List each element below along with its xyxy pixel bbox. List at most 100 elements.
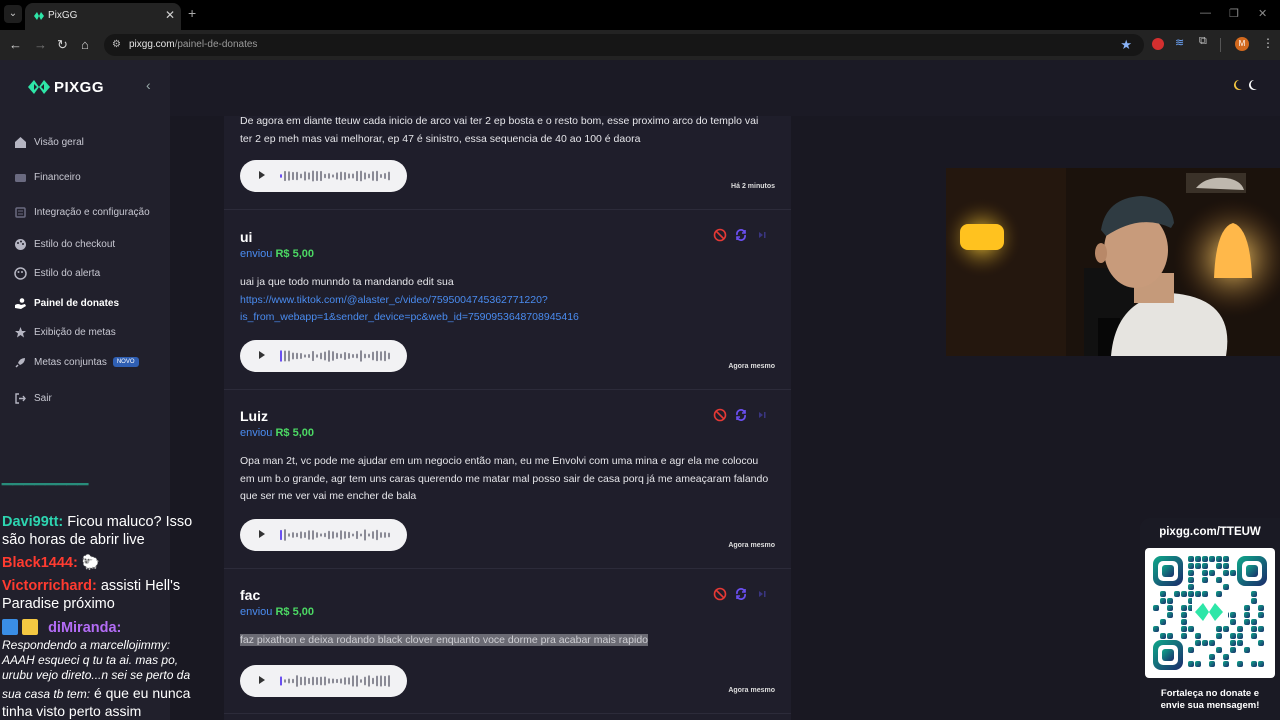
block-icon[interactable]: [713, 408, 727, 422]
block-icon[interactable]: [713, 587, 727, 601]
play-icon[interactable]: [259, 351, 265, 359]
sidebar-item-estilo-checkout[interactable]: Estilo do checkout: [14, 236, 115, 252]
skip-icon[interactable]: [755, 228, 769, 242]
waveform-bar: [292, 171, 294, 181]
qr-module: [1195, 640, 1201, 646]
waveform-bar: [284, 529, 286, 541]
donate-icon: [15, 297, 26, 309]
home-icon: [15, 136, 26, 148]
donation-message: faz pixathon e deixa rodando black clove…: [240, 634, 648, 646]
waveform-bar: [352, 173, 354, 179]
audio-player[interactable]: [240, 160, 407, 192]
address-bar[interactable]: ⚙ pixgg.com/painel-de-donates ★: [104, 34, 1144, 56]
qr-module: [1216, 626, 1222, 632]
audio-player[interactable]: [240, 519, 407, 551]
waveform-bar: [320, 676, 322, 686]
skip-icon[interactable]: [755, 408, 769, 422]
waveform-bar: [388, 171, 390, 181]
browser-tab[interactable]: PixGG ✕: [25, 3, 181, 30]
collapse-sidebar-icon[interactable]: ‹: [146, 77, 151, 93]
audio-waveform[interactable]: [280, 528, 395, 542]
sidebar-item-metas-conjuntas[interactable]: Metas conjuntas NOVO: [14, 354, 139, 370]
bookmark-star-icon[interactable]: ★: [1120, 37, 1132, 53]
close-window-icon[interactable]: ✕: [1258, 7, 1267, 20]
qr-module: [1230, 633, 1236, 639]
qr-module: [1209, 556, 1215, 562]
waveform-bar: [280, 676, 282, 686]
qr-module: [1188, 647, 1194, 653]
sidebar-item-estilo-alerta[interactable]: Estilo do alerta: [14, 265, 100, 281]
waveform-bar: [384, 173, 386, 179]
waveform-bar: [280, 174, 282, 178]
replay-icon[interactable]: [734, 587, 748, 601]
chat-reply-line: Respondendo a marcellojimmy:: [2, 638, 171, 652]
palette-icon: [15, 238, 26, 250]
donation-link[interactable]: https://www.tiktok.com/@alaster_c/video/…: [240, 294, 579, 324]
qr-module: [1181, 605, 1187, 611]
minimize-icon[interactable]: —: [1200, 7, 1211, 19]
waveform-bar: [292, 352, 294, 360]
new-tab-icon[interactable]: +: [188, 5, 196, 21]
sidebar-item-painel-donates[interactable]: Painel de donates: [14, 295, 119, 311]
theme-toggle-icon[interactable]: [1230, 78, 1260, 92]
sidebar-item-exibicao-metas[interactable]: Exibição de metas: [14, 324, 116, 340]
waveform-bar: [344, 352, 346, 360]
audio-waveform[interactable]: [280, 674, 395, 688]
home-browser-icon[interactable]: ⌂: [81, 37, 89, 52]
sidebar-item-sair[interactable]: Sair: [14, 390, 52, 406]
tab-close-icon[interactable]: ✕: [165, 8, 175, 22]
skip-icon[interactable]: [755, 587, 769, 601]
waveform-bar: [300, 676, 302, 686]
reload-icon[interactable]: ↻: [57, 37, 68, 53]
waveform-bar: [328, 173, 330, 179]
waveform-bar: [284, 170, 286, 182]
donation-time: Agora mesmo: [728, 363, 775, 370]
waveform-bar: [304, 171, 306, 181]
site-info-icon[interactable]: ⚙: [112, 39, 121, 50]
extension-wave-icon[interactable]: ≋: [1175, 36, 1187, 49]
waveform-bar: [376, 170, 378, 182]
play-icon[interactable]: [259, 676, 265, 684]
qr-module: [1188, 577, 1194, 583]
sidebar-item-visao-geral[interactable]: Visão geral: [14, 134, 84, 150]
replay-icon[interactable]: [734, 228, 748, 242]
chat-reply-line: urubu vejo direto...n sei se perto da: [2, 668, 191, 682]
crown-badge-icon: [22, 619, 39, 635]
play-icon[interactable]: [259, 171, 265, 179]
qr-module: [1244, 605, 1250, 611]
toolbar-divider: [1220, 38, 1221, 52]
qr-module: [1188, 591, 1194, 597]
profile-avatar[interactable]: M: [1235, 37, 1249, 51]
audio-waveform[interactable]: [280, 349, 395, 363]
qr-module: [1160, 598, 1166, 604]
audio-player[interactable]: [240, 665, 407, 697]
audio-waveform[interactable]: [280, 169, 395, 183]
waveform-bar: [384, 350, 386, 362]
qr-module: [1223, 570, 1229, 576]
donation-card: fac enviou R$ 5,00 faz pixathon e deixa …: [224, 569, 791, 714]
qr-module: [1237, 661, 1243, 667]
sidebar-item-integracao[interactable]: Integração e configuração: [14, 204, 150, 220]
extensions-puzzle-icon[interactable]: ⧉: [1199, 35, 1211, 47]
waveform-bar: [336, 172, 338, 180]
browser-menu-icon[interactable]: ⋮: [1262, 36, 1274, 50]
chat-line: Paradise próximo: [2, 596, 115, 612]
sidebar-item-financeiro[interactable]: Financeiro: [14, 169, 81, 185]
tab-search-chevron-icon[interactable]: ⌄: [4, 5, 22, 23]
waveform-bar: [340, 678, 342, 684]
replay-icon[interactable]: [734, 408, 748, 422]
play-icon[interactable]: [259, 530, 265, 538]
extension-red-icon[interactable]: [1152, 38, 1164, 50]
restore-icon[interactable]: ❐: [1229, 7, 1239, 20]
waveform-bar: [364, 172, 366, 180]
main-header: [170, 60, 1280, 116]
waveform-bar: [380, 675, 382, 687]
back-icon[interactable]: ←: [9, 37, 22, 52]
forward-icon[interactable]: →: [34, 37, 47, 52]
audio-player[interactable]: [240, 340, 407, 372]
waveform-bar: [304, 676, 306, 686]
settings-icon: [15, 206, 26, 218]
waveform-bar: [380, 351, 382, 361]
block-icon[interactable]: [713, 228, 727, 242]
waveform-bar: [344, 677, 346, 685]
